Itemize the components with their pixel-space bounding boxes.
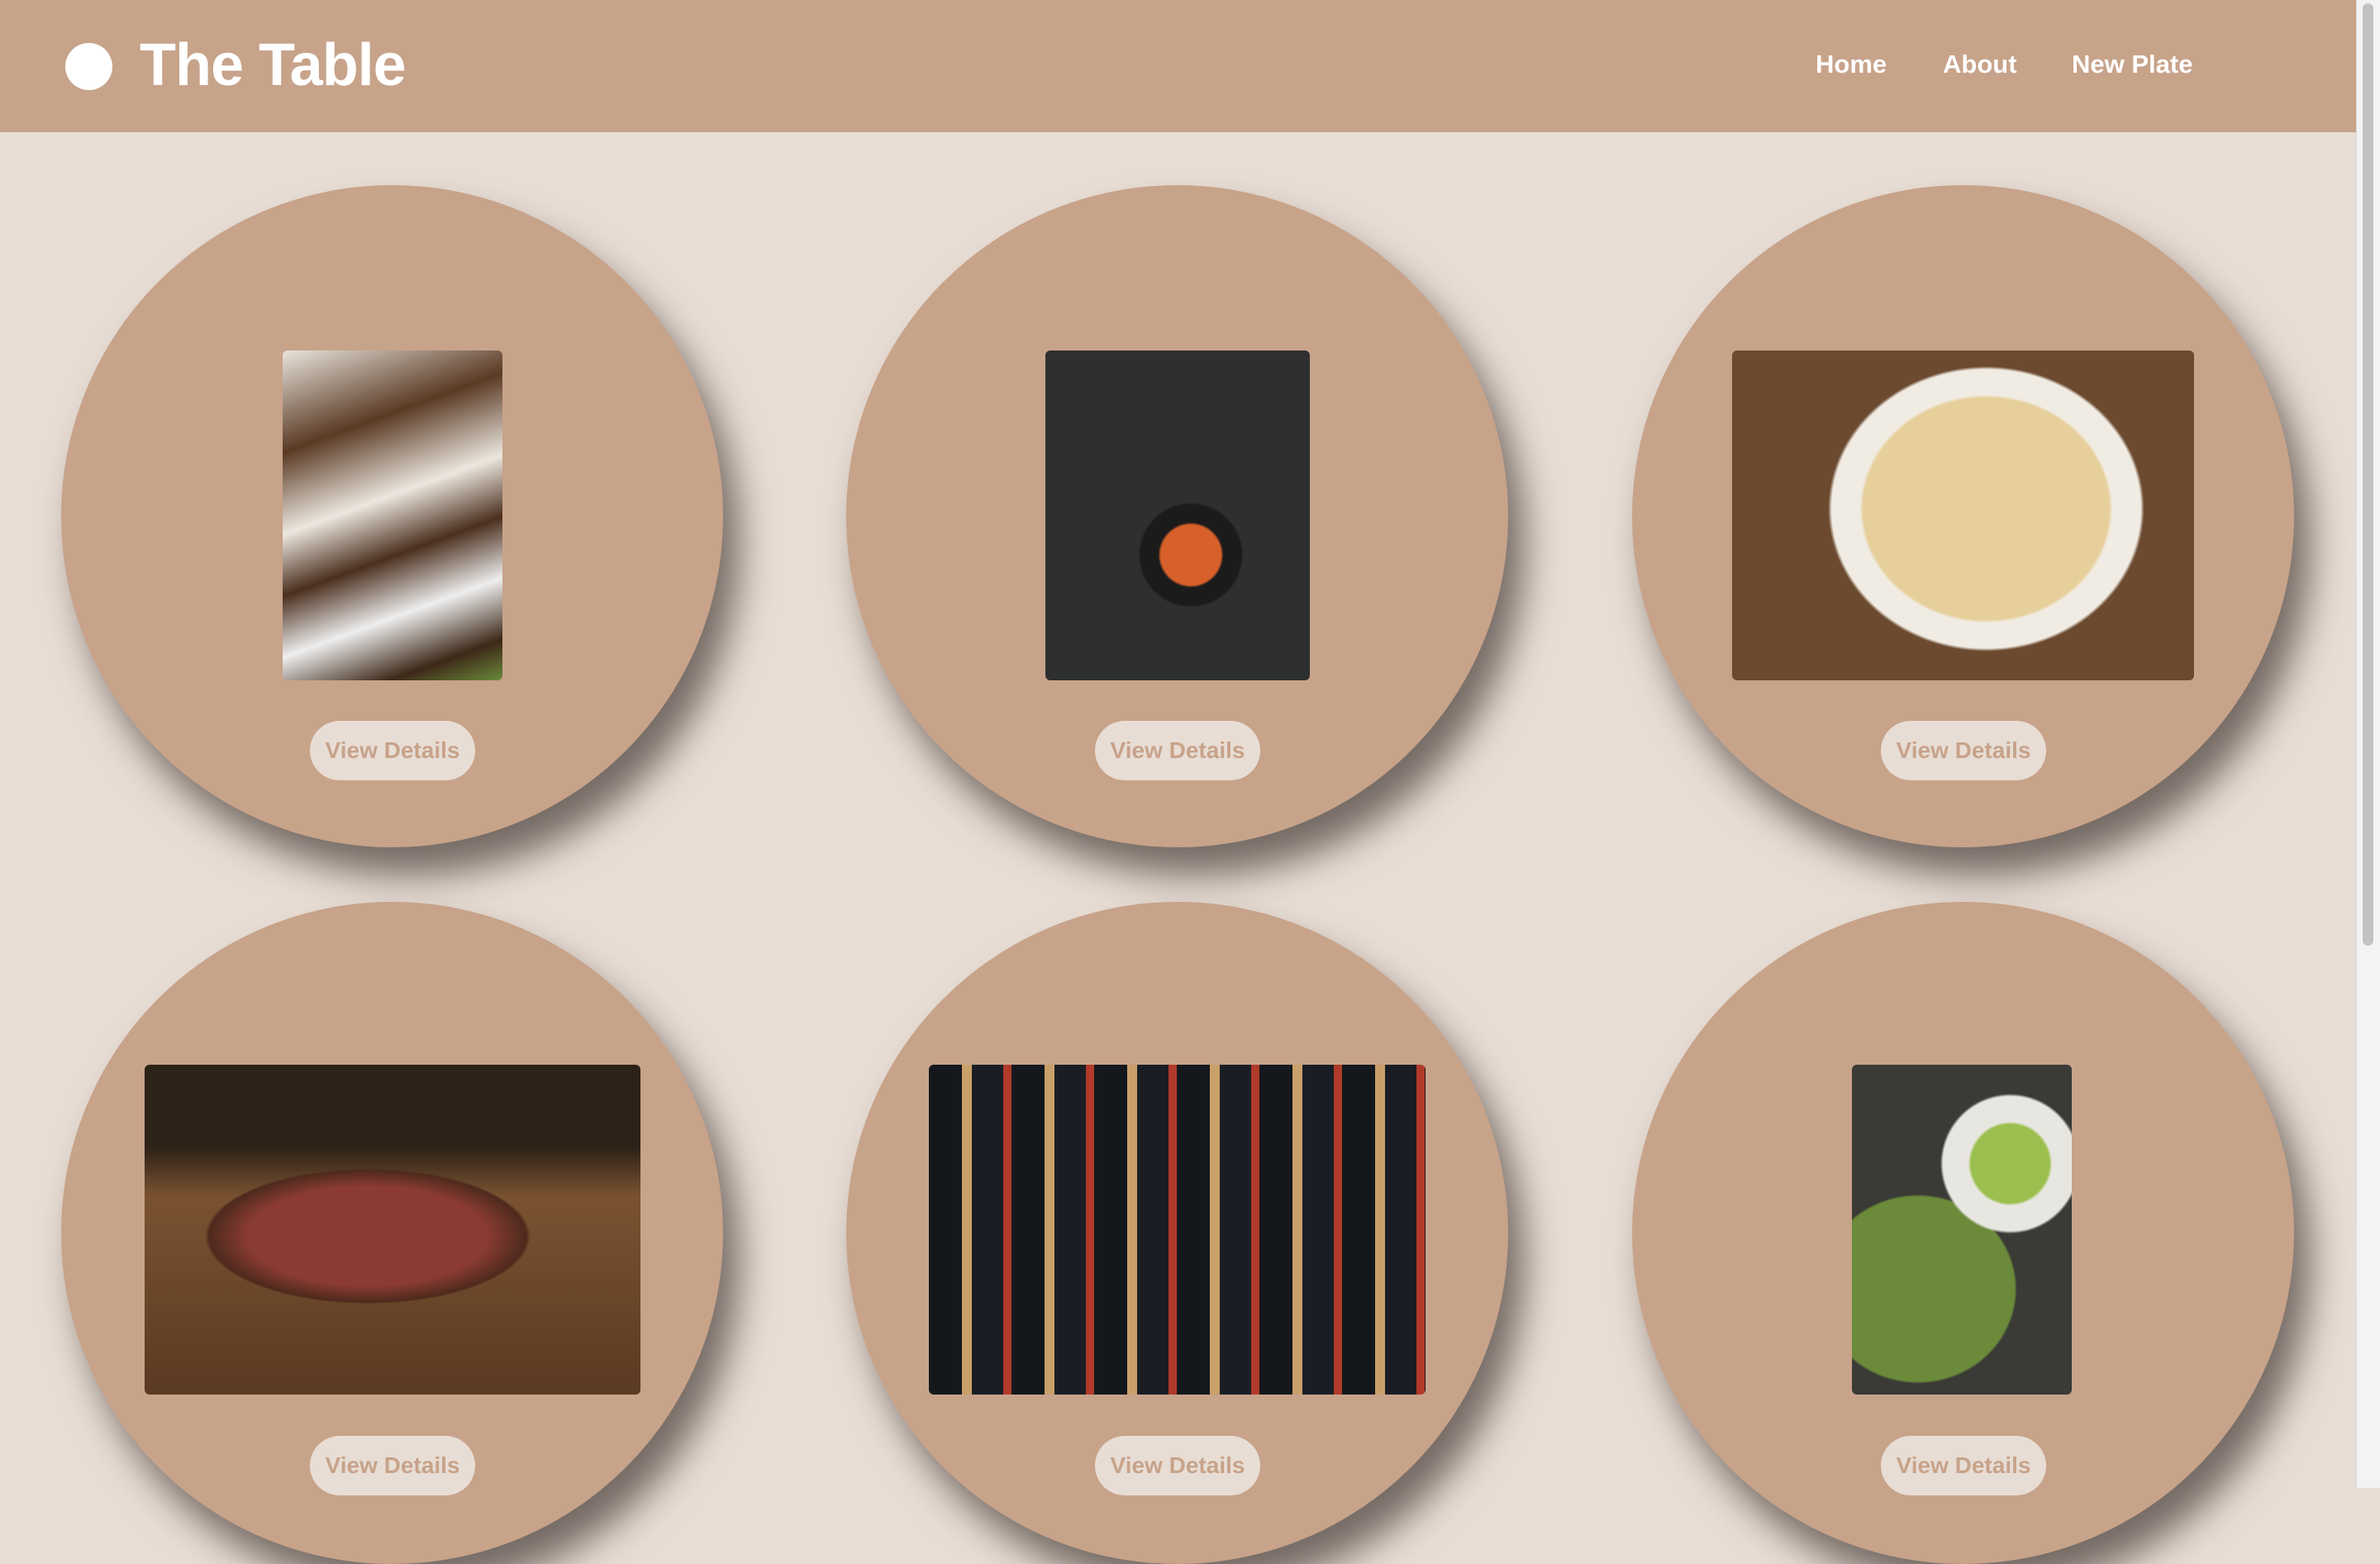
tacos-image bbox=[283, 350, 502, 680]
view-details-button[interactable]: View Details bbox=[310, 721, 475, 780]
view-details-button[interactable]: View Details bbox=[310, 1436, 475, 1495]
view-details-button[interactable]: View Details bbox=[1881, 1436, 2046, 1495]
hummus-image bbox=[1732, 350, 2194, 680]
scrollbar-thumb[interactable] bbox=[2363, 3, 2373, 946]
view-details-button[interactable]: View Details bbox=[1095, 721, 1260, 780]
steak-image bbox=[145, 1065, 640, 1395]
nav-home[interactable]: Home bbox=[1816, 50, 1887, 79]
view-details-button[interactable]: View Details bbox=[1881, 721, 2046, 780]
view-details-button[interactable]: View Details bbox=[1095, 1436, 1260, 1495]
green-soup-image bbox=[1852, 1065, 2072, 1395]
site-title[interactable]: The Table bbox=[140, 31, 407, 99]
shakshuka-image bbox=[1045, 350, 1310, 680]
site-header: The Table Home About New Plate bbox=[0, 0, 2356, 132]
logo-icon bbox=[65, 43, 112, 90]
wine-bottles-image bbox=[929, 1065, 1426, 1395]
nav-about[interactable]: About bbox=[1943, 50, 2017, 79]
nav-new-plate[interactable]: New Plate bbox=[2072, 50, 2192, 79]
